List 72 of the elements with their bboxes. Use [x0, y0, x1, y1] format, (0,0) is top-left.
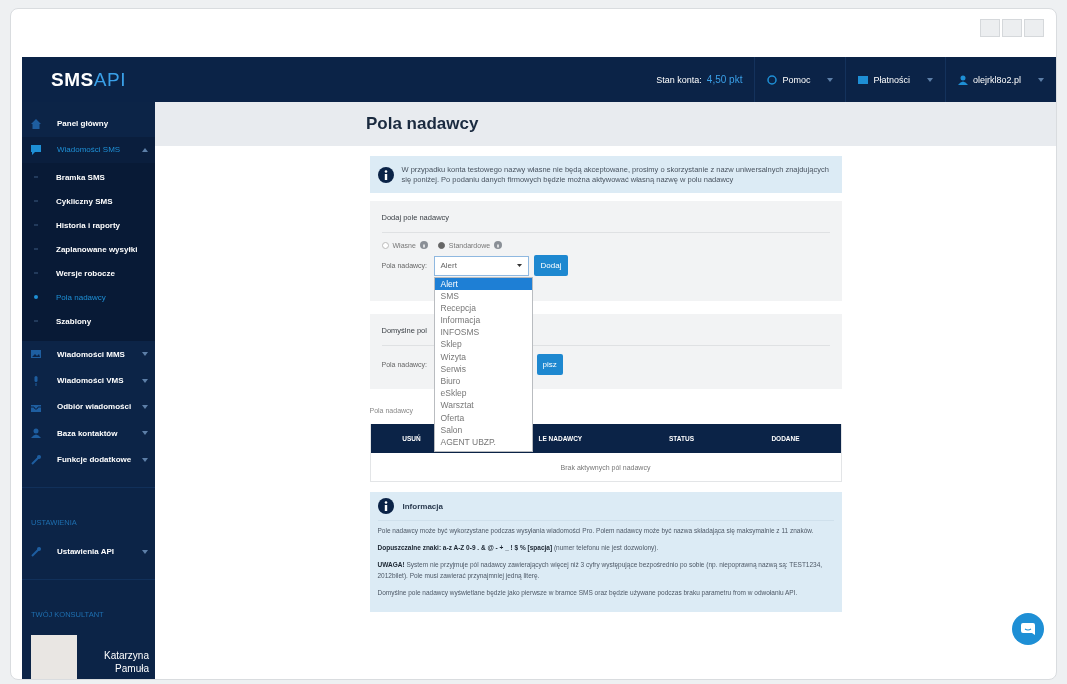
balance-label: Stan konta:: [656, 74, 702, 85]
sidebar-item[interactable]: Baza kontaktów: [22, 420, 155, 447]
dropdown-option[interactable]: Serwis: [434, 362, 532, 375]
select-field[interactable]: Alert: [433, 255, 529, 276]
home-icon: [31, 118, 41, 129]
sidebar-subitem[interactable]: Zaplanowane wysyłki: [22, 237, 155, 262]
logo-text: API: [93, 68, 126, 91]
save-button[interactable]: pisz: [536, 354, 563, 375]
consultant-name: Katarzyna: [103, 649, 149, 662]
dropdown-option[interactable]: SMS: [434, 289, 532, 302]
help-icon: [494, 241, 503, 249]
balance-value: 4,50 pkt: [706, 74, 743, 85]
caret-icon: [142, 431, 148, 436]
card-icon: [858, 74, 869, 85]
sidebar-item[interactable]: Funkcje dodatkowe: [22, 446, 155, 473]
window-control[interactable]: [1024, 19, 1044, 37]
info-title: Informacja: [402, 501, 443, 511]
dropdown-option[interactable]: eSklep: [434, 387, 532, 400]
caret-icon: [142, 352, 148, 357]
sidebar-item[interactable]: Ustawienia API: [22, 538, 155, 565]
sidebar-subitem[interactable]: Szablony: [22, 309, 155, 334]
dropdown-option[interactable]: Recepcja: [434, 301, 532, 315]
wrench-icon: [31, 454, 41, 465]
dropdown-option[interactable]: INFOSMS: [434, 326, 532, 339]
caret-icon: [516, 264, 522, 267]
sidebar-subitem[interactable]: Historia i raporty: [22, 213, 155, 238]
dropdown-option[interactable]: Wizyta: [434, 350, 532, 363]
sidebar-subitem[interactable]: Cykliczny SMS: [22, 189, 155, 214]
dropdown-option[interactable]: Biuro: [434, 375, 532, 388]
caret-icon: [142, 549, 148, 554]
sidebar-subitem[interactable]: Pola nadawcy: [22, 285, 155, 310]
sidebar-item[interactable]: Wiadomości SMS: [22, 136, 155, 164]
wrench-icon: [31, 546, 41, 557]
caret-icon: [142, 147, 148, 152]
window-control[interactable]: [1002, 19, 1022, 37]
sidebar-item[interactable]: Panel główny: [22, 110, 155, 137]
dropdown-option[interactable]: Warsztat: [434, 399, 532, 412]
caret-icon: [926, 77, 933, 82]
caret-icon: [142, 457, 148, 462]
chat-button[interactable]: [1012, 613, 1044, 645]
sidebar-item[interactable]: Wiadomości MMS: [22, 341, 155, 368]
logo-text: SMS: [51, 68, 94, 91]
sidebar-item[interactable]: Wiadomości VMS: [22, 367, 155, 394]
info-icon: [377, 166, 394, 183]
consultant-name: Pamuła: [115, 662, 149, 675]
dropdown-option[interactable]: Sklep: [434, 338, 532, 351]
chat-icon: [1020, 621, 1036, 637]
page-title: Pola nadawcy: [366, 114, 479, 134]
dropdown-option[interactable]: Oferta: [434, 411, 532, 424]
help-icon: [419, 241, 428, 249]
user-icon: [957, 74, 968, 85]
sidebar-subitem[interactable]: Wersje robocze: [22, 261, 155, 286]
dropdown-option[interactable]: Informacja: [434, 314, 532, 327]
info-icon: [377, 498, 394, 514]
photo-placeholder: [31, 635, 77, 679]
bullet-icon: [34, 295, 38, 300]
caret-icon: [142, 404, 148, 409]
microphone-icon: [31, 375, 41, 386]
help-icon: [767, 74, 778, 85]
sidebar-item[interactable]: Odbiór wiadomości: [22, 393, 155, 421]
dropdown-option[interactable]: AGENT UBZP.: [434, 435, 532, 449]
add-button[interactable]: Dodaj: [533, 255, 569, 276]
dropdown-option[interactable]: Salon: [434, 423, 532, 436]
caret-icon: [827, 77, 834, 82]
sidebar-subitem[interactable]: Bramka SMS: [22, 165, 155, 190]
window-control[interactable]: [980, 19, 1000, 37]
caret-icon: [1038, 77, 1044, 82]
dropdown-option[interactable]: Alert: [434, 277, 532, 290]
image-icon: [31, 349, 41, 360]
caret-icon: [142, 378, 148, 383]
contact-icon: [31, 428, 41, 439]
chat-icon: [31, 144, 41, 155]
